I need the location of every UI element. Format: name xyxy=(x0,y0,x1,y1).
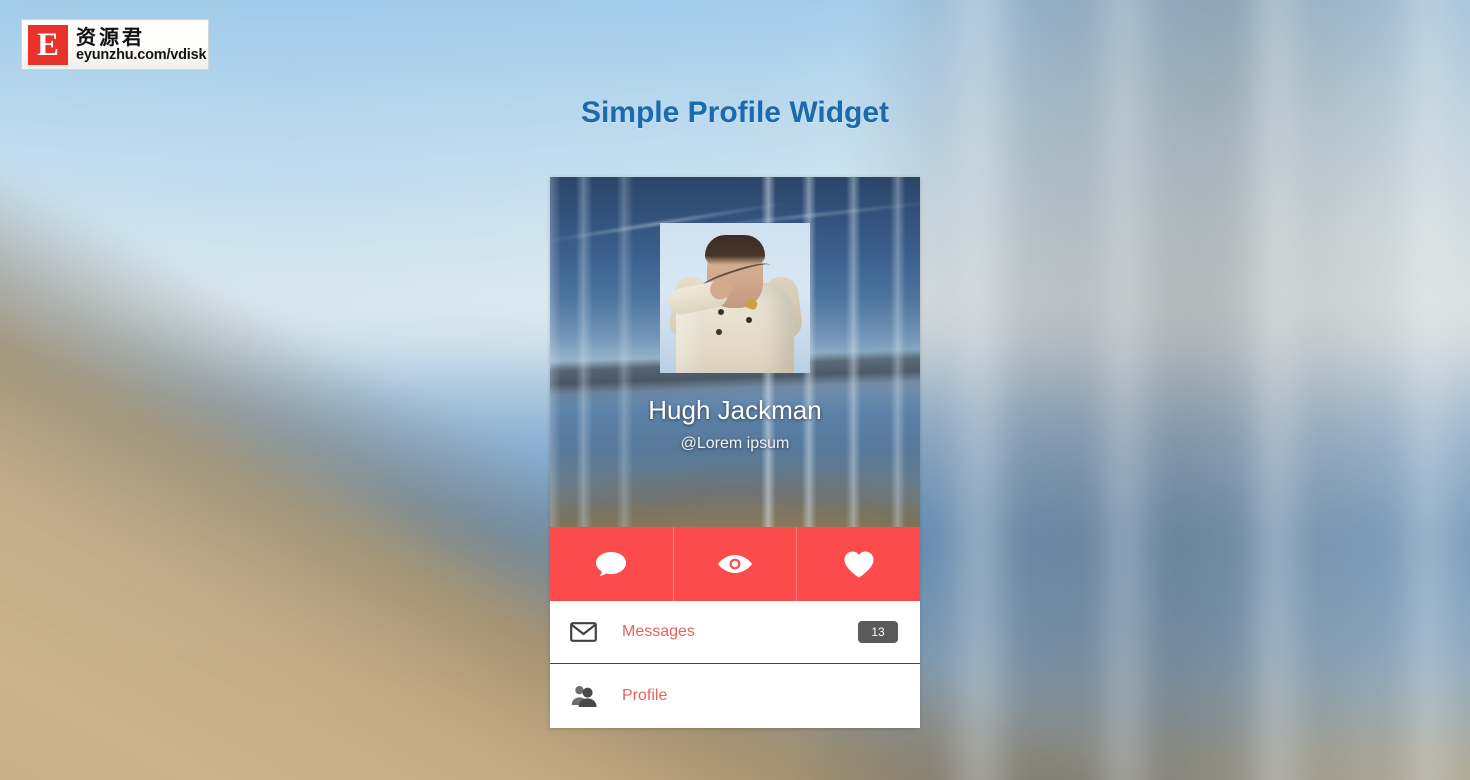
watermark-chinese-label: 资源君 xyxy=(76,24,145,49)
views-action-button[interactable] xyxy=(672,527,797,601)
watermark-text: 资源君 eyunzhu.com/vdisk xyxy=(76,24,207,63)
list-item-messages[interactable]: Messages 13 xyxy=(550,601,920,664)
avatar-jacket-button xyxy=(746,317,752,323)
avatar-jacket-button xyxy=(718,309,724,315)
menu-list: Messages 13 Profile xyxy=(550,601,920,728)
comment-icon xyxy=(594,550,628,578)
watermark-e-icon: E xyxy=(28,24,68,65)
profile-handle: @Lorem ipsum xyxy=(680,435,790,452)
profile-widget-card: Hugh Jackman @Lorem ipsum Messages 13 Pr… xyxy=(550,177,920,728)
envelope-icon xyxy=(570,622,606,642)
watermark-logo: E 资源君 eyunzhu.com/vdisk xyxy=(21,19,209,70)
comment-action-button[interactable] xyxy=(550,527,673,601)
heart-icon xyxy=(843,550,875,579)
list-item-label: Messages xyxy=(622,623,695,640)
profile-name: Hugh Jackman xyxy=(648,395,822,425)
status-badge: 13 xyxy=(858,621,898,643)
likes-action-button[interactable] xyxy=(796,527,920,601)
action-icon-bar xyxy=(550,527,920,601)
watermark-url-label: eyunzhu.com/vdisk xyxy=(76,46,207,63)
eye-icon xyxy=(717,552,753,576)
list-item-label: Profile xyxy=(622,687,668,704)
users-icon xyxy=(570,684,606,708)
avatar-jacket-button xyxy=(716,329,722,335)
list-item-profile[interactable]: Profile xyxy=(550,664,920,728)
avatar-hair xyxy=(705,235,765,265)
avatar-photo-image xyxy=(660,223,810,373)
page-title: Simple Profile Widget xyxy=(580,96,890,129)
card-cover-header: Hugh Jackman @Lorem ipsum xyxy=(550,177,920,527)
avatar[interactable] xyxy=(660,223,810,373)
page-root: E 资源君 eyunzhu.com/vdisk Simple Profile W… xyxy=(0,0,1470,780)
